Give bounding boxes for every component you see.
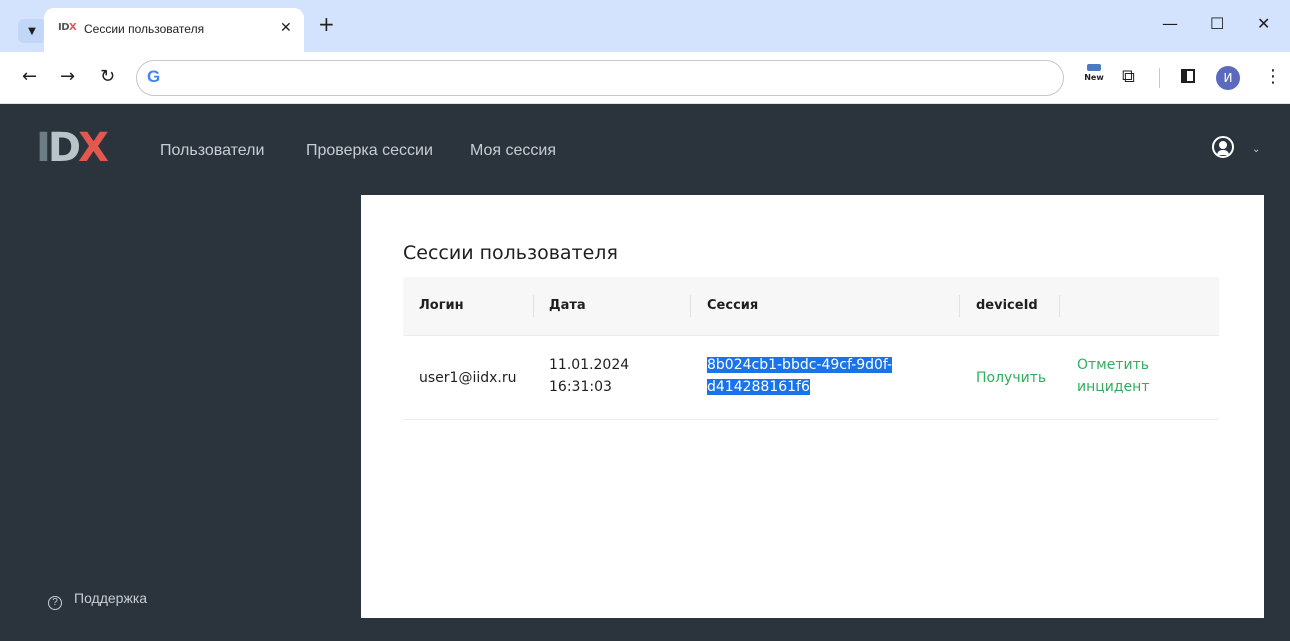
column-date: Дата — [549, 298, 586, 313]
toolbar-divider — [1159, 68, 1160, 88]
get-device-id-link[interactable]: Получить — [976, 367, 1046, 389]
idx-favicon-icon: IDX — [58, 22, 77, 33]
nav-my-session[interactable]: Моя сессия — [470, 142, 556, 160]
back-icon[interactable]: ← — [22, 68, 37, 86]
support-label: Поддержка — [74, 590, 148, 606]
support-link[interactable]: ? Поддержка — [48, 590, 147, 610]
maximize-icon[interactable]: ☐ — [1210, 16, 1224, 32]
close-icon[interactable]: ✕ — [280, 20, 292, 36]
column-login: Логин — [419, 298, 464, 313]
sessions-card: Сессии пользователя Логин Дата Сессия de… — [361, 195, 1264, 618]
new-tab-icon[interactable]: + — [318, 14, 335, 34]
extensions-icon[interactable]: ⧉ — [1122, 66, 1135, 87]
mark-incident-label-1: Отметить — [1077, 357, 1150, 373]
new-badge-icon[interactable]: New — [1084, 64, 1104, 82]
app-shell: IDX Пользователи Проверка сессии Моя сес… — [0, 104, 1290, 641]
avatar[interactable]: И — [1216, 66, 1240, 90]
side-panel-icon[interactable] — [1181, 69, 1195, 83]
column-divider — [533, 295, 534, 317]
mark-incident-label-2: инцидент — [1077, 379, 1150, 395]
new-badge-label: New — [1084, 73, 1104, 82]
nav-users[interactable]: Пользователи — [160, 142, 264, 160]
address-bar[interactable]: G — [136, 60, 1064, 96]
minimize-icon[interactable]: — — [1162, 16, 1178, 32]
column-divider — [959, 295, 960, 317]
tab-title: Сессии пользователя — [84, 22, 205, 36]
column-divider — [690, 295, 691, 317]
browser-tabstrip: ▼ IDX Сессии пользователя ✕ + — ☐ ✕ — [0, 0, 1290, 52]
session-id-part1: 8b024cb1-bbdc-49cf-9d0f- — [707, 357, 893, 373]
row-login: user1@iidx.ru — [419, 370, 517, 386]
row-date-time: 16:31:03 — [549, 379, 612, 395]
forward-icon[interactable]: → — [60, 68, 75, 86]
mark-incident-link[interactable]: Отметить инцидент — [1077, 354, 1149, 398]
google-icon: G — [147, 67, 161, 86]
row-session-id[interactable]: 8b024cb1-bbdc-49cf-9d0f- d414288161f6 — [707, 354, 927, 398]
column-device-id: deviceId — [976, 298, 1038, 313]
sessions-table: Логин Дата Сессия deviceId user1@iidx.ru… — [403, 277, 1219, 420]
tab-search-icon[interactable]: ▼ — [18, 19, 46, 43]
column-divider — [1059, 295, 1060, 317]
page-title: Сессии пользователя — [403, 242, 618, 264]
row-date-day: 11.01.2024 — [549, 357, 630, 373]
more-icon[interactable]: ⋮ — [1264, 66, 1282, 87]
session-id-part2: d414288161f6 — [707, 379, 810, 395]
nav-session-check[interactable]: Проверка сессии — [306, 142, 433, 160]
table-row: user1@iidx.ru 11.01.2024 16:31:03 8b024c… — [403, 336, 1219, 420]
reload-icon[interactable]: ↻ — [100, 68, 115, 86]
idx-logo[interactable]: IDX — [36, 128, 109, 168]
browser-toolbar: ← → ↻ G New ⧉ И ⋮ — [0, 52, 1290, 104]
help-icon: ? — [48, 596, 62, 610]
row-date: 11.01.2024 16:31:03 — [549, 354, 629, 398]
close-window-icon[interactable]: ✕ — [1257, 16, 1270, 32]
browser-tab[interactable]: IDX Сессии пользователя ✕ — [44, 8, 304, 52]
column-session: Сессия — [707, 298, 759, 313]
table-header: Логин Дата Сессия deviceId — [403, 277, 1219, 336]
chevron-down-icon[interactable]: ⌄ — [1252, 144, 1260, 155]
user-menu-icon[interactable] — [1212, 136, 1234, 158]
